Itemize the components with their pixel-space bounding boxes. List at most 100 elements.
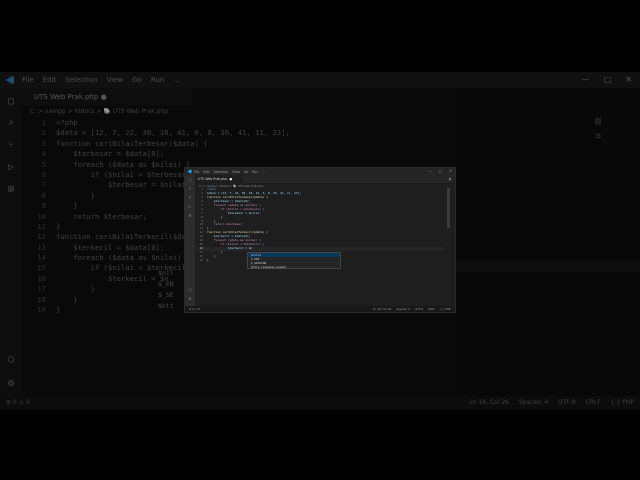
menu-view[interactable]: View — [107, 76, 124, 84]
bg-status-right: Ln 16, Col 26 Spaces: 4 UTF-8 CRLF { } P… — [469, 399, 634, 406]
bg-line-number: 7 — [41, 180, 46, 190]
bg-editor-tab[interactable]: UTS Web Prak.php ● — [22, 88, 192, 106]
explorer-icon[interactable]: ▢ — [188, 178, 193, 183]
bg-suggestion-list: $nil $_EN $_SE $htt — [158, 268, 188, 312]
bg-line-number: 2 — [41, 128, 46, 138]
bg-line-text: $terbesar = $nilai; — [56, 180, 191, 190]
menu-selection[interactable]: Selection — [65, 76, 97, 84]
minimap-icon: ≡ — [595, 131, 602, 142]
menu-edit[interactable]: Edit — [203, 170, 209, 174]
line-text: } — [207, 257, 209, 262]
bg-code-line: 12 function cariNilaiTerkecil($data) { — [22, 232, 207, 242]
bg-suggestion-item: $nil — [158, 269, 174, 277]
bg-status-bar: ⊗ 0 ⚠ 0 Ln 16, Col 26 Spaces: 4 UTF-8 CR… — [0, 396, 640, 410]
menu-file[interactable]: File — [194, 170, 199, 174]
account-icon[interactable]: ◯ — [5, 354, 17, 366]
line-number: 19 — [199, 257, 203, 262]
extensions-icon[interactable]: ⊞ — [188, 214, 193, 219]
suggestion-item[interactable]: $http_response_header — [248, 265, 340, 269]
maximize-icon[interactable]: ▢ — [439, 169, 442, 173]
vscode-window: File Edit Selection View Go Run ... — ▢ … — [185, 168, 455, 312]
problems-count[interactable]: ⊗ 0 ⚠ 0 — [189, 307, 200, 311]
vertical-scrollbar[interactable] — [447, 188, 450, 306]
bg-code-line: 1 <?php — [22, 118, 192, 128]
bg-line-text: $terbesar = $data[0]; — [56, 149, 165, 159]
bg-suggestion-item: $_SE — [158, 291, 174, 299]
minimize-icon[interactable]: — — [582, 75, 590, 84]
menu-edit[interactable]: Edit — [43, 76, 57, 84]
bg-line-ending[interactable]: CRLF — [586, 399, 601, 406]
explorer-icon[interactable]: ▢ — [5, 96, 17, 108]
menu-view[interactable]: View — [232, 170, 240, 174]
gear-icon[interactable]: ⚙ — [5, 378, 17, 390]
split-editor-icon[interactable]: ▥ — [449, 177, 451, 181]
bg-line-text: foreach ($data as $nilai) { — [56, 159, 191, 169]
bg-line-text: } — [56, 284, 95, 294]
run-debug-icon[interactable]: ▷ — [5, 162, 17, 174]
bg-suggestion-item: $_EN — [158, 280, 174, 288]
bg-breadcrumb: C: > xampp > htdocs > 🐘 UTS Web Prak.php — [30, 108, 169, 115]
bg-current-line-band — [455, 260, 640, 272]
scrollbar-thumb[interactable] — [447, 188, 450, 228]
close-icon[interactable]: ✕ — [625, 75, 632, 84]
menu-file[interactable]: File — [22, 76, 34, 84]
menu-bar: File Edit Selection View Go Run ... — [194, 170, 265, 174]
bg-code-line: 5 foreach ($data as $nilai) { — [22, 160, 192, 170]
source-control-icon[interactable]: ⑂ — [188, 196, 193, 201]
menu-more[interactable]: ... — [262, 170, 265, 174]
bg-cursor-position[interactable]: Ln 16, Col 26 — [469, 399, 509, 406]
bg-line-text: $data = [12, 7, 22, 30, 18, 41, 6, 8, 36… — [56, 128, 290, 138]
indentation[interactable]: Spaces: 4 — [396, 307, 410, 311]
extensions-icon[interactable]: ⊞ — [5, 184, 17, 196]
menu-go[interactable]: Go — [132, 76, 142, 84]
bg-line-number: 3 — [41, 138, 46, 148]
tab-modified-indicator[interactable]: ● — [229, 177, 232, 181]
bg-suggestion-item: $htt — [158, 302, 174, 310]
split-editor-icon[interactable]: ▥ — [595, 116, 601, 127]
bg-line-text: function cariNilaiTerbesar($data) { — [56, 138, 208, 148]
window-controls: — ▢ ✕ — [428, 169, 452, 173]
search-icon[interactable]: ⌕ — [5, 118, 17, 130]
close-icon[interactable]: ✕ — [449, 169, 452, 173]
bg-line-number: 18 — [37, 294, 46, 304]
source-control-icon[interactable]: ⑂ — [5, 140, 17, 152]
bg-menu: File Edit Selection View Go Run ... — [22, 76, 180, 84]
cursor-position[interactable]: Ln 16, Col 26 — [373, 307, 391, 311]
bg-code-line: 3 function cariNilaiTerbesar($data) { — [22, 138, 208, 149]
bg-line-number: 9 — [41, 201, 46, 211]
bg-line-text: } — [56, 221, 61, 231]
menu-run[interactable]: Run — [252, 170, 258, 174]
bg-language-mode[interactable]: { } PHP — [611, 399, 634, 406]
vscode-logo-icon — [6, 76, 14, 84]
bg-line-text: $terkecil = $data[0]; — [56, 242, 165, 252]
bg-indentation[interactable]: Spaces: 4 — [519, 399, 548, 406]
run-debug-icon[interactable]: ▷ — [188, 205, 193, 210]
bg-window-controls: — ▢ ✕ — [582, 75, 632, 84]
bg-title-bar: File Edit Selection View Go Run ... — ▢ … — [0, 72, 640, 88]
line-ending[interactable]: CRLF — [428, 307, 435, 311]
encoding[interactable]: UTF-8 — [415, 307, 423, 311]
bg-line-number: 8 — [41, 190, 46, 200]
bg-code-line: 8 } — [22, 191, 192, 201]
menu-more[interactable]: ... — [173, 76, 180, 84]
bg-line-number: 12 — [37, 232, 46, 242]
bg-code-line: 13 $terkecil = $data[0]; — [22, 243, 192, 253]
bg-encoding[interactable]: UTF-8 — [558, 399, 576, 406]
bg-problems-count[interactable]: ⊗ 0 ⚠ 0 — [6, 399, 30, 406]
bg-tab-label: UTS Web Prak.php — [34, 93, 99, 101]
bg-line-number: 19 — [37, 305, 46, 315]
bg-line-text: } — [56, 201, 78, 211]
bg-tab-modified: ● — [100, 93, 107, 101]
bg-code-line: 7 $terbesar = $nilai; — [22, 180, 192, 190]
minimize-icon[interactable]: — — [428, 169, 432, 173]
account-icon[interactable]: ◯ — [188, 288, 193, 293]
gear-icon[interactable]: ⚙ — [188, 297, 193, 302]
language-mode[interactable]: { } PHP — [440, 307, 451, 311]
search-icon[interactable]: ⌕ — [188, 187, 193, 192]
editor-tab[interactable]: UTS Web Prak.php ● — [195, 175, 243, 183]
maximize-icon[interactable]: ▢ — [604, 75, 612, 84]
menu-run[interactable]: Run — [151, 76, 164, 84]
menu-go[interactable]: Go — [244, 170, 248, 174]
menu-selection[interactable]: Selection — [214, 170, 229, 174]
bg-line-number: 14 — [37, 253, 46, 263]
